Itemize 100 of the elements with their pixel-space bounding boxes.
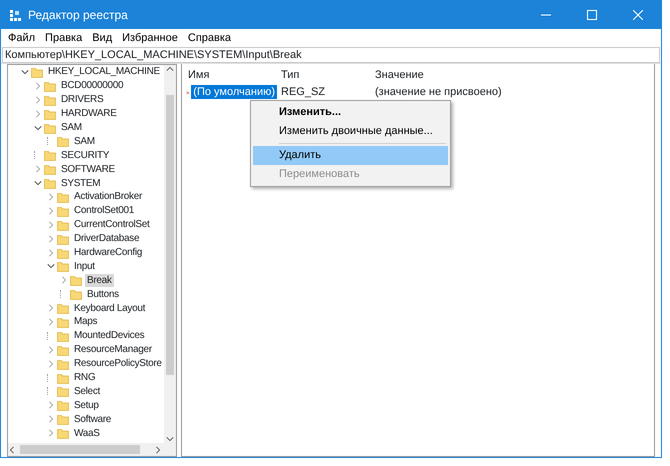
window-title: Редактор реестра — [28, 7, 128, 24]
folder-icon — [57, 385, 69, 398]
collapse-icon[interactable] — [34, 124, 42, 132]
tree-item[interactable]: SAM — [59, 121, 84, 134]
menu-item[interactable]: Изменить двоичные данные... — [253, 122, 448, 141]
folder-icon — [44, 108, 56, 120]
folder-icon — [44, 80, 56, 92]
expand-icon[interactable] — [47, 234, 55, 243]
tree-item[interactable]: ControlSet001 — [72, 204, 136, 218]
tree-item[interactable]: SAM — [72, 134, 97, 148]
folder-icon — [57, 232, 69, 245]
menu-item[interactable]: Справка — [182, 30, 236, 46]
tree-item[interactable]: Maps — [72, 315, 100, 328]
expand-icon[interactable] — [47, 318, 55, 326]
folder-icon — [70, 274, 82, 286]
folder-icon — [44, 149, 56, 162]
folder-icon — [44, 122, 56, 134]
collapse-icon[interactable] — [34, 179, 42, 188]
scroll-down-icon — [166, 435, 174, 443]
folder-icon — [57, 413, 69, 426]
expand-icon[interactable] — [47, 429, 55, 438]
column-header[interactable]: Значение — [371, 66, 424, 84]
menu-item[interactable]: Правка — [40, 30, 88, 46]
folder-icon — [57, 135, 69, 148]
tree-item[interactable]: HKEY_LOCAL_MACHINE — [46, 65, 162, 78]
expand-icon[interactable] — [47, 304, 55, 312]
tree-item[interactable]: DriverDatabase — [72, 232, 142, 246]
expand-icon[interactable] — [34, 165, 42, 174]
tree-item[interactable]: CurrentControlSet — [72, 218, 152, 232]
folder-icon — [57, 372, 69, 384]
folder-icon — [57, 190, 69, 203]
tree-item[interactable]: MountedDevices — [72, 329, 146, 342]
folder-icon — [57, 358, 69, 370]
scroll-right-icon — [154, 446, 162, 454]
tree-item[interactable]: SECURITY — [59, 148, 112, 162]
address-field[interactable]: Компьютер\HKEY_LOCAL_MACHINE\SYSTEM\Input\Break — [2, 47, 660, 63]
maximize-icon — [587, 10, 597, 20]
expand-icon[interactable] — [47, 415, 55, 424]
expand-icon[interactable] — [47, 192, 55, 201]
folder-icon — [44, 94, 56, 106]
scrollbar[interactable] — [8, 443, 176, 456]
folder-icon — [70, 288, 82, 300]
tree-item[interactable]: Software — [72, 412, 114, 426]
tree-item[interactable]: RNG — [72, 371, 98, 384]
folder-icon — [57, 330, 69, 342]
folder-icon — [44, 163, 56, 176]
tree-item[interactable]: HARDWARE — [59, 107, 119, 120]
tree-item[interactable]: Keyboard Layout — [72, 302, 148, 315]
close-icon — [633, 10, 643, 20]
scrollbar[interactable] — [164, 65, 176, 443]
collapse-icon[interactable] — [47, 262, 55, 270]
tree-item[interactable]: WaaS — [72, 426, 102, 440]
column-header[interactable]: Тип — [277, 66, 371, 84]
folder-icon — [57, 399, 69, 412]
tree-item[interactable]: Setup — [72, 398, 101, 412]
folder-icon — [57, 302, 69, 314]
expand-icon[interactable] — [47, 401, 55, 410]
folder-icon — [57, 427, 69, 440]
tree-item[interactable]: ResourceManager — [72, 343, 154, 356]
folder-icon — [44, 177, 56, 190]
registry-icon — [9, 8, 22, 22]
folder-icon — [57, 218, 69, 231]
folder-icon — [57, 204, 69, 217]
expand-icon[interactable] — [34, 96, 42, 104]
folder-icon — [57, 344, 69, 356]
value-name[interactable]: (По умолчанию) — [191, 85, 277, 99]
tree-item[interactable]: HardwareConfig — [72, 246, 144, 260]
folder-icon — [57, 316, 69, 328]
folder-icon — [31, 66, 43, 78]
collapse-icon[interactable] — [21, 68, 29, 76]
tree-item[interactable]: BCD00000000 — [59, 79, 126, 92]
scroll-up-icon — [166, 65, 174, 73]
folder-icon — [57, 260, 69, 272]
tree-item[interactable]: Select — [72, 384, 102, 398]
expand-icon[interactable] — [60, 276, 68, 284]
expand-icon[interactable] — [47, 206, 55, 215]
menu-item[interactable]: Удалить — [253, 146, 448, 165]
tree-item[interactable]: SYSTEM — [59, 176, 102, 190]
menu-item[interactable]: Файл — [3, 30, 40, 46]
column-header[interactable]: Имя — [182, 66, 277, 84]
menu-item[interactable]: Изменить... — [253, 103, 448, 122]
expand-icon[interactable] — [34, 110, 42, 118]
menu-item[interactable]: Вид — [87, 30, 118, 46]
expand-icon[interactable] — [34, 82, 42, 90]
tree-item[interactable]: Break — [85, 274, 114, 287]
value-type: REG_SZ — [280, 84, 326, 100]
scroll-left-icon — [8, 446, 16, 454]
tree-item[interactable]: DRIVERS — [59, 93, 106, 106]
tree-item[interactable]: ActivationBroker — [72, 190, 144, 204]
expand-icon[interactable] — [47, 220, 55, 229]
tree-item[interactable]: SOFTWARE — [59, 162, 117, 176]
tree-item[interactable]: ResourcePolicyStore — [72, 357, 164, 370]
tree-item[interactable]: Buttons — [85, 288, 121, 301]
tree-item[interactable]: Input — [72, 260, 97, 273]
value-data: (значение не присвоено) — [374, 84, 502, 100]
folder-icon — [57, 246, 69, 259]
expand-icon[interactable] — [47, 360, 55, 368]
menu-item[interactable]: Избранное — [117, 30, 183, 46]
expand-icon[interactable] — [47, 346, 55, 354]
expand-icon[interactable] — [47, 248, 55, 257]
